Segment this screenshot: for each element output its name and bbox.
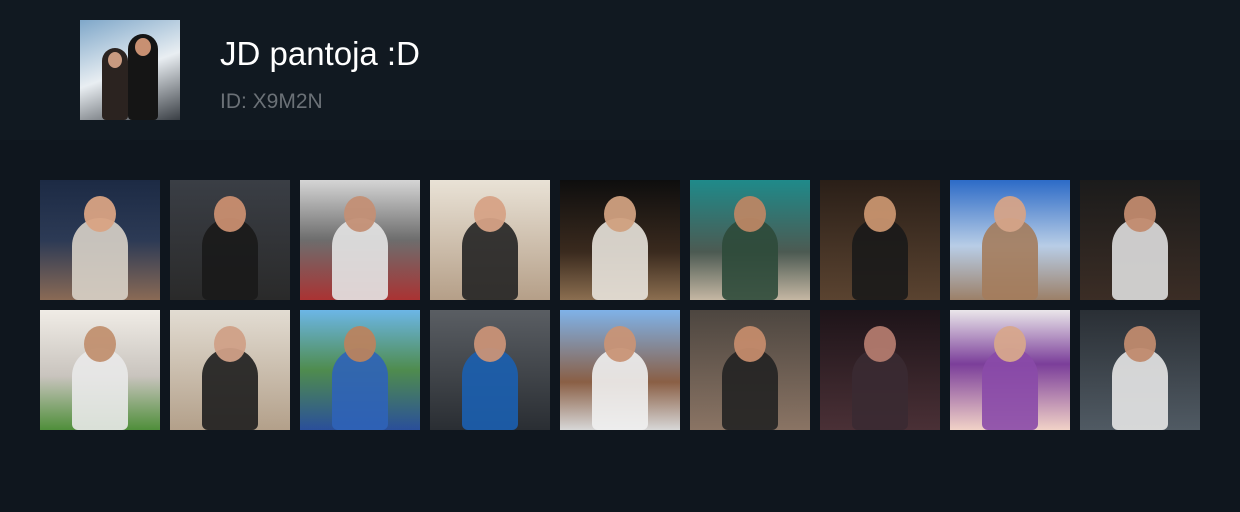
- photo-thumbnail[interactable]: [40, 310, 160, 430]
- photo-thumbnail[interactable]: [170, 180, 290, 300]
- photo-subject-face: [214, 196, 246, 232]
- photo-subject-face: [84, 326, 116, 362]
- photo-thumbnail[interactable]: [560, 310, 680, 430]
- photo-subject-face: [864, 326, 896, 362]
- photo-thumbnail[interactable]: [1080, 310, 1200, 430]
- photo-subject-face: [994, 326, 1026, 362]
- photo-thumbnail[interactable]: [950, 180, 1070, 300]
- avatar-face: [108, 52, 122, 68]
- photo-subject-face: [474, 196, 506, 232]
- photo-thumbnail[interactable]: [560, 180, 680, 300]
- photo-subject-face: [344, 326, 376, 362]
- photo-thumbnail[interactable]: [300, 180, 420, 300]
- photo-subject-face: [604, 196, 636, 232]
- photo-thumbnail[interactable]: [170, 310, 290, 430]
- photo-thumbnail[interactable]: [690, 310, 810, 430]
- profile-name: JD pantoja :D: [220, 35, 420, 72]
- photo-thumbnail[interactable]: [820, 310, 940, 430]
- photo-subject-face: [994, 196, 1026, 232]
- photo-subject-face: [1124, 326, 1156, 362]
- profile-header: JD pantoja :D ID: X9M2N: [0, 0, 1240, 140]
- photo-subject-face: [734, 326, 766, 362]
- photo-thumbnail[interactable]: [1080, 180, 1200, 300]
- photo-subject-face: [1124, 196, 1156, 232]
- photo-thumbnail[interactable]: [40, 180, 160, 300]
- profile-id: ID: X9M2N: [220, 90, 323, 113]
- avatar-face: [135, 38, 151, 56]
- photo-grid: [40, 180, 1200, 430]
- photo-thumbnail[interactable]: [690, 180, 810, 300]
- photo-thumbnail[interactable]: [300, 310, 420, 430]
- photo-subject-face: [734, 196, 766, 232]
- avatar[interactable]: [80, 20, 180, 120]
- photo-subject-face: [344, 196, 376, 232]
- photo-subject-face: [604, 326, 636, 362]
- photo-subject-face: [474, 326, 506, 362]
- photo-thumbnail[interactable]: [820, 180, 940, 300]
- photo-thumbnail[interactable]: [430, 310, 550, 430]
- photo-subject-face: [84, 196, 116, 232]
- photo-thumbnail[interactable]: [430, 180, 550, 300]
- photo-subject-face: [214, 326, 246, 362]
- photo-subject-face: [864, 196, 896, 232]
- photo-thumbnail[interactable]: [950, 310, 1070, 430]
